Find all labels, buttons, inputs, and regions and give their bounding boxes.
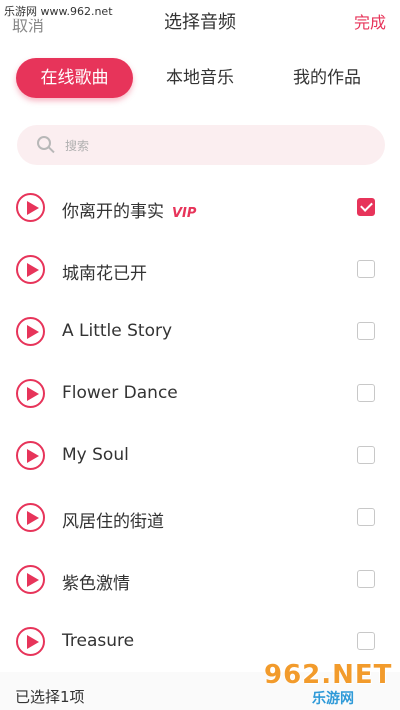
play-icon[interactable]	[16, 255, 45, 284]
site-logo: 962.NET 乐游网	[264, 660, 396, 707]
play-icon[interactable]	[16, 317, 45, 346]
song-row[interactable]: 风居住的街道	[0, 488, 400, 548]
song-checkbox[interactable]	[357, 508, 375, 526]
song-row[interactable]: 城南花已开	[0, 240, 400, 300]
search-bar[interactable]	[17, 125, 385, 165]
selected-count: 已选择1项	[15, 688, 85, 706]
vip-badge: VIP	[172, 206, 197, 221]
song-checkbox[interactable]	[357, 322, 375, 340]
song-title: Flower Dance	[62, 383, 178, 403]
play-icon[interactable]	[16, 193, 45, 222]
song-row[interactable]: A Little Story	[0, 302, 400, 362]
song-title: My Soul	[62, 445, 129, 465]
song-row[interactable]: Flower Dance	[0, 364, 400, 424]
song-row[interactable]: 你离开的事实 VIP	[0, 178, 400, 238]
done-button[interactable]: 完成	[354, 9, 386, 33]
song-checkbox[interactable]	[357, 632, 375, 650]
site-watermark: 乐游网 www.962.net	[2, 3, 115, 19]
source-tabs: 在线歌曲 本地音乐 我的作品	[0, 58, 400, 100]
logo-subtext: 乐游网	[312, 691, 354, 707]
song-row[interactable]: My Soul	[0, 426, 400, 486]
tab-my-works[interactable]: 我的作品	[286, 58, 368, 98]
song-title: 紫色激情	[62, 574, 130, 594]
search-input[interactable]	[63, 135, 367, 157]
tab-online-songs[interactable]: 在线歌曲	[16, 58, 133, 98]
song-title: 你离开的事实 VIP	[62, 202, 197, 222]
tab-local-music[interactable]: 本地音乐	[158, 58, 242, 98]
song-title: 风居住的街道	[62, 512, 164, 532]
search-icon	[37, 136, 51, 150]
play-icon[interactable]	[16, 565, 45, 594]
song-row[interactable]: 紫色激情	[0, 550, 400, 610]
song-checkbox[interactable]	[357, 570, 375, 588]
song-checkbox[interactable]	[357, 198, 375, 216]
play-icon[interactable]	[16, 503, 45, 532]
song-title: 城南花已开	[62, 264, 147, 284]
play-icon[interactable]	[16, 441, 45, 470]
song-checkbox[interactable]	[357, 384, 375, 402]
song-title: A Little Story	[62, 321, 173, 341]
play-icon[interactable]	[16, 379, 45, 408]
song-checkbox[interactable]	[357, 446, 375, 464]
play-icon[interactable]	[16, 627, 45, 656]
song-title: Treasure	[62, 631, 135, 651]
song-checkbox[interactable]	[357, 260, 375, 278]
logo-text: 962.NET	[264, 660, 393, 690]
